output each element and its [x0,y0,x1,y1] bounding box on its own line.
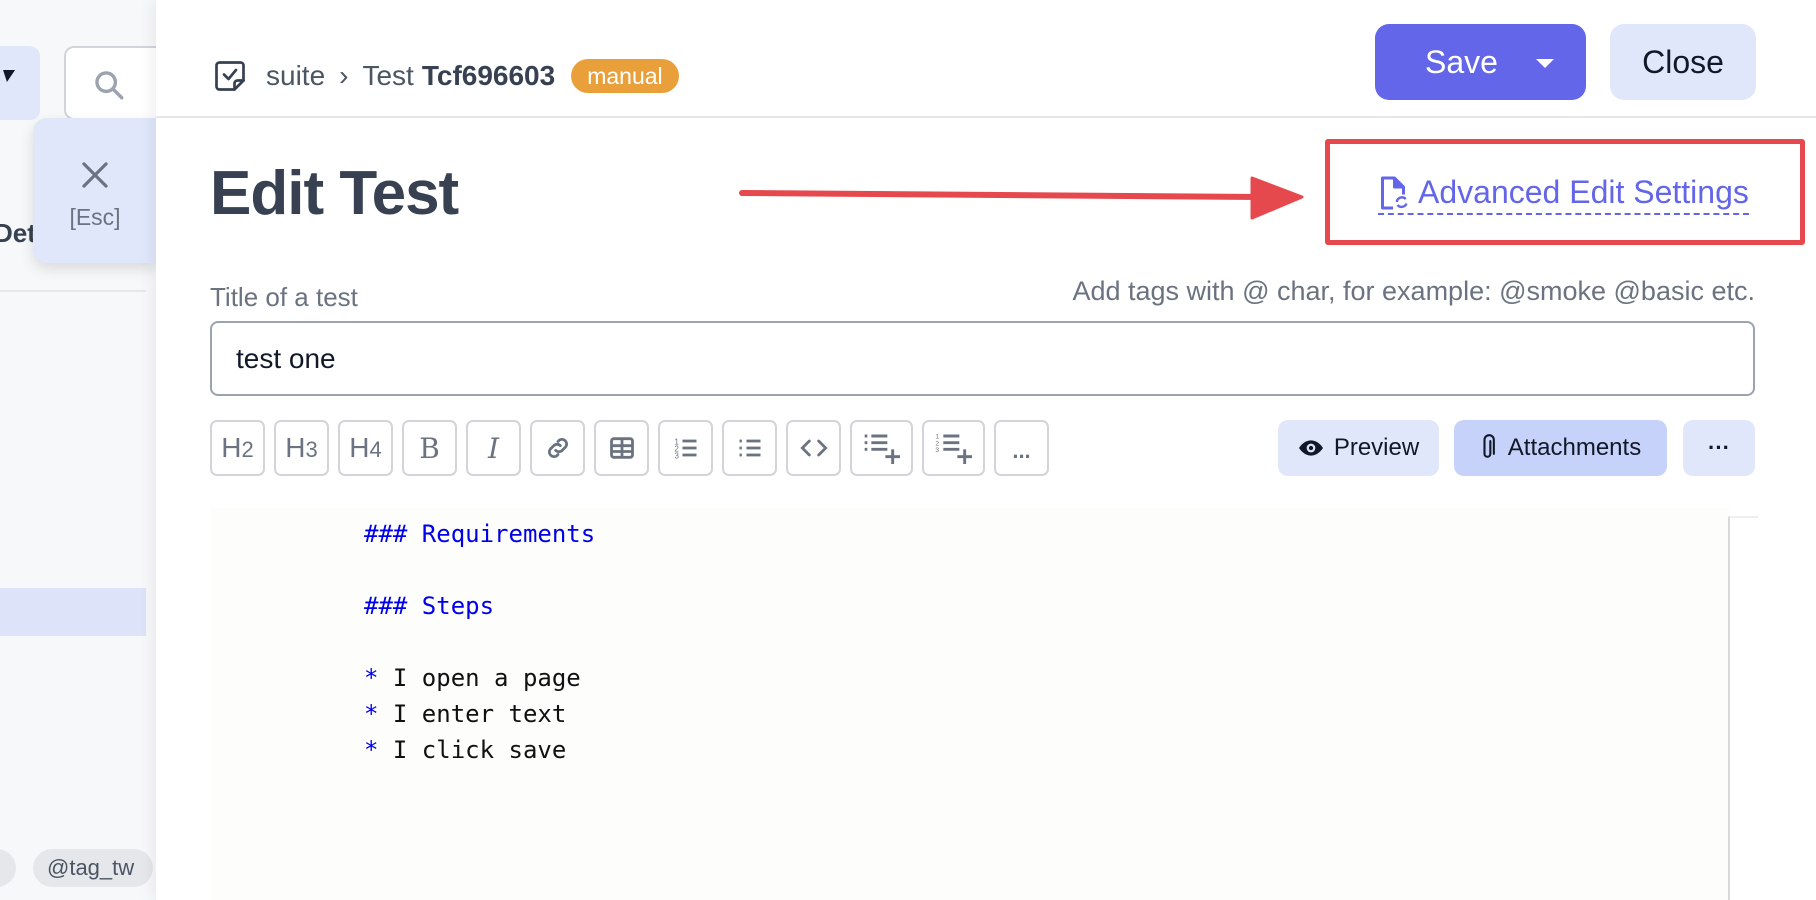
divider [0,290,146,292]
test-id: Tcf696603 [421,60,556,91]
table-button[interactable] [594,420,649,476]
test-file-check-icon [215,61,245,91]
annotation-highlight-box [1325,139,1805,245]
code-button[interactable] [786,420,841,476]
close-button[interactable]: Close [1610,24,1756,100]
heading-2-icon: H2 [221,432,254,463]
link-icon [547,437,568,459]
save-dropdown-caret-icon[interactable] [1536,59,1554,68]
bullet-text: I enter text [378,700,567,728]
italic-icon: I [487,431,500,465]
unordered-list-button[interactable] [722,420,777,476]
annotation-arrow-icon [739,176,1304,220]
filter-dropdown[interactable] [0,46,40,120]
paperclip-icon [1483,434,1495,458]
tag-chip[interactable]: @tag_tw [33,849,153,887]
close-icon [82,162,108,188]
esc-close-button[interactable]: [Esc] [33,118,157,263]
breadcrumb-separator: › [339,60,349,91]
save-button[interactable]: Save [1375,24,1586,100]
tags-hint: Add tags with @ char, for example: @smok… [1072,276,1755,306]
list-plus-icon [864,434,900,464]
panel-header: suite › Test Tcf696603 manual Save Close [156,0,1816,118]
bullet-marker: * [364,664,379,692]
search-button[interactable] [64,46,164,120]
test-title-input[interactable] [210,321,1755,396]
preview-label: Preview [1333,434,1420,461]
tag-chip[interactable] [0,849,16,887]
ordered-list-button[interactable]: 123 [658,420,713,476]
search-icon [95,71,124,100]
unordered-list-icon [739,439,760,457]
markdown-heading: ### Steps [364,592,495,620]
svg-text:3: 3 [935,447,939,454]
caret-down-icon [0,70,16,82]
heading-2-button[interactable]: H2 [210,420,265,476]
bullet-marker: * [364,700,379,728]
bold-button[interactable]: B [402,420,457,476]
heading-3-icon: H3 [285,432,318,463]
preview-button[interactable]: Preview [1278,420,1439,476]
breadcrumb: suite › Test Tcf696603 manual [212,58,679,94]
markdown-heading: ### Requirements [364,520,596,548]
title-label: Title of a test [210,282,358,312]
more-formatting-button[interactable]: ... [994,420,1049,476]
eye-icon [1298,440,1323,456]
add-step-list-button[interactable] [850,420,913,476]
breadcrumb-test-prefix: Test [362,60,414,91]
link-button[interactable] [530,420,585,476]
attachments-label: Attachments [1507,434,1642,461]
heading-4-button[interactable]: H4 [338,420,393,476]
ordered-list-plus-icon: 123 [935,434,972,464]
add-ordered-step-list-button[interactable]: 123 [922,420,985,476]
editor-line: ### Steps [364,588,595,624]
italic-button[interactable]: I [466,420,521,476]
code-icon [799,439,828,457]
heading-4-icon: H4 [349,432,382,463]
manual-badge: manual [571,59,679,93]
selected-list-item[interactable] [0,588,146,636]
more-options-button[interactable]: ··· [1683,420,1755,476]
markdown-toolbar: H2 H3 H4 B I 123 123 ... [210,420,1049,476]
bullet-marker: * [364,736,379,764]
page-title: Edit Test [210,159,459,228]
save-label: Save [1425,43,1498,80]
esc-label: [Esc] [69,204,121,230]
breadcrumb-suite-link[interactable]: suite [266,60,325,92]
editor-line: * I click save [364,732,595,768]
svg-text:3: 3 [674,452,679,461]
editor-line: * I enter text [364,696,595,732]
bullet-text: I open a page [378,664,581,692]
heading-3-button[interactable]: H3 [274,420,329,476]
ellipsis-icon: ... [1012,438,1031,463]
editor-line: * I open a page [364,660,595,696]
preview-pane [1728,516,1758,900]
table-icon [609,437,634,459]
editor-content[interactable]: ### Requirements ### Steps * I open a pa… [364,516,595,768]
ordered-list-icon: 123 [674,438,696,461]
attachments-button[interactable]: Attachments [1454,420,1667,476]
edit-test-panel: suite › Test Tcf696603 manual Save Close… [156,0,1816,900]
editor-line: ### Requirements [364,516,595,552]
bullet-text: I click save [378,736,567,764]
bold-icon: B [419,431,440,465]
